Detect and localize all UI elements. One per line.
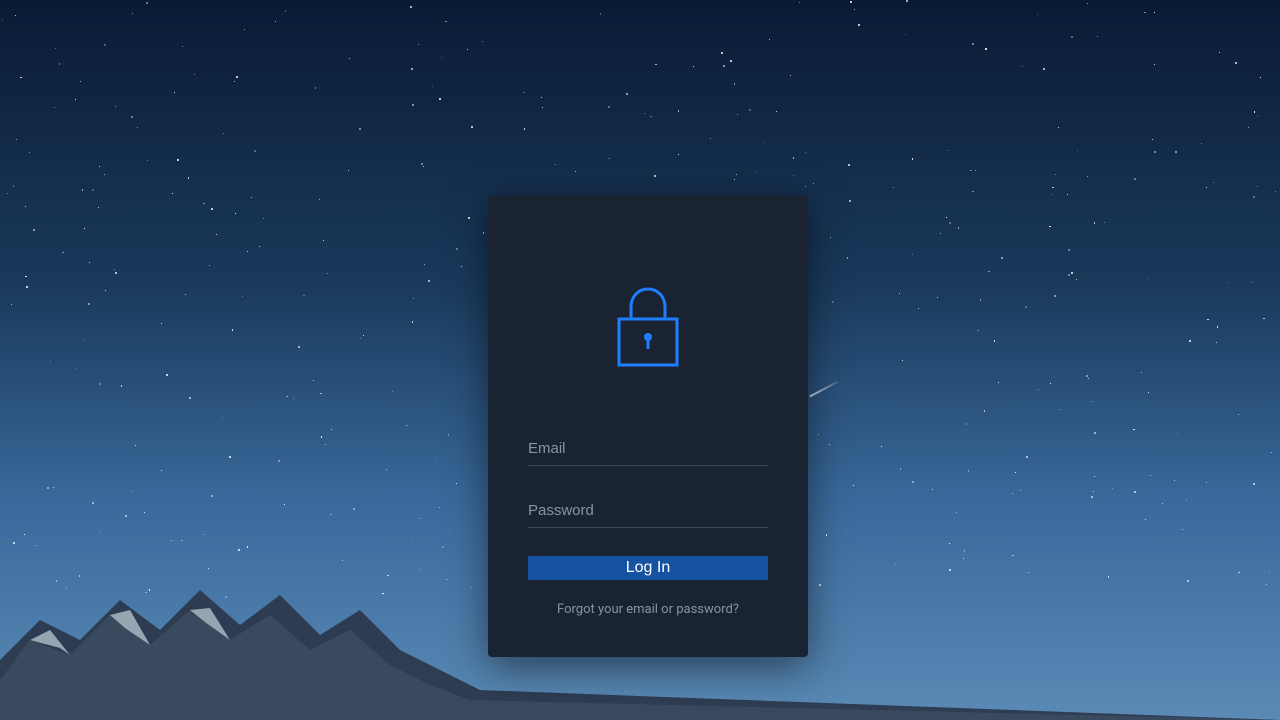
email-field[interactable] bbox=[528, 432, 768, 466]
login-card: Log In Forgot your email or password? bbox=[488, 195, 808, 657]
lock-icon bbox=[617, 285, 679, 367]
forgot-password-link[interactable]: Forgot your email or password? bbox=[557, 602, 739, 617]
login-button[interactable]: Log In bbox=[528, 556, 768, 580]
password-field[interactable] bbox=[528, 494, 768, 528]
